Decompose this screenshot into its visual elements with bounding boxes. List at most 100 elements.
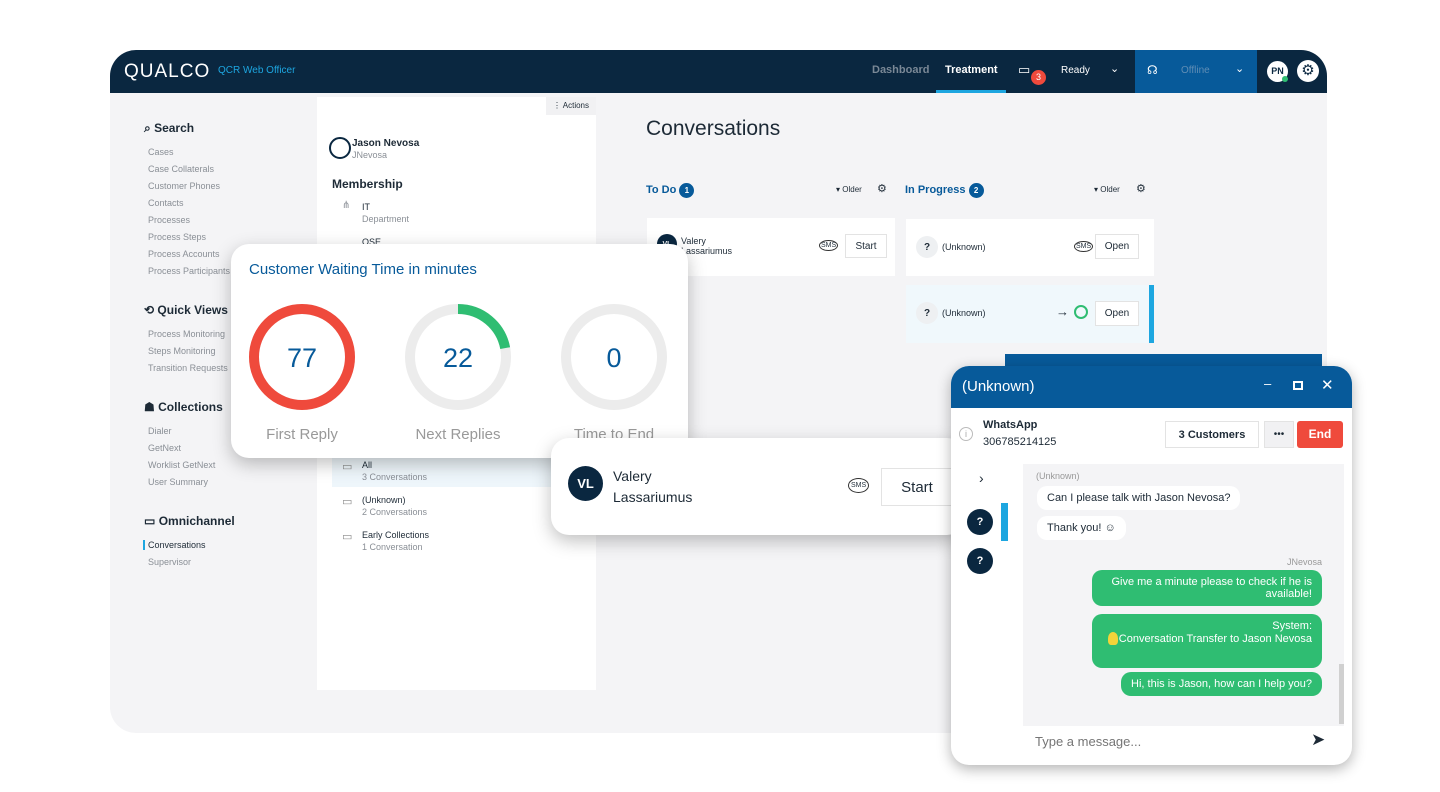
chevron-right-icon[interactable]: › bbox=[979, 470, 984, 486]
in-progress-heading: In Progress 2 bbox=[905, 183, 984, 198]
online-dot bbox=[1282, 76, 1288, 82]
search-icon: ⌕ bbox=[144, 121, 151, 135]
conversation-avatar[interactable]: ? bbox=[967, 509, 993, 535]
sidebar-section-1[interactable]: ⟲ Quick Views bbox=[144, 303, 228, 317]
open-button[interactable]: Open bbox=[1095, 301, 1139, 326]
more-button[interactable]: ••• bbox=[1264, 421, 1294, 448]
chat-title: (Unknown) bbox=[962, 378, 1035, 395]
in-progress-label: In Progress bbox=[905, 184, 966, 196]
in-progress-count: 2 bbox=[968, 183, 984, 198]
user-avatar-icon bbox=[329, 137, 351, 159]
logo: QUALCO bbox=[124, 61, 211, 82]
sender-label: (Unknown) bbox=[1036, 471, 1080, 481]
sidebar-item[interactable]: Conversations bbox=[143, 540, 206, 550]
in-progress-sort[interactable]: ▾ Older bbox=[1094, 185, 1120, 194]
message-out: Give me a minute please to check if he i… bbox=[1092, 570, 1322, 606]
sms-icon: SMS bbox=[1074, 241, 1094, 252]
message-in: Thank you! ☺ bbox=[1037, 516, 1126, 540]
sidebar-item[interactable]: Supervisor bbox=[148, 557, 191, 567]
message-in: Can I please talk with Jason Nevosa? bbox=[1037, 486, 1241, 510]
sidebar-item[interactable]: GetNext bbox=[148, 443, 181, 453]
sidebar-item[interactable]: Process Accounts bbox=[148, 249, 220, 259]
sidebar-item[interactable]: Process Steps bbox=[148, 232, 206, 242]
group-count: 1 Conversation bbox=[362, 542, 423, 552]
actions-button[interactable]: ⋮ Actions bbox=[546, 97, 596, 115]
gauge-label: Next Replies bbox=[415, 426, 500, 443]
group-name[interactable]: Early Collections bbox=[362, 530, 429, 540]
sidebar-item[interactable]: Case Collaterals bbox=[148, 164, 214, 174]
minimize-icon[interactable]: – bbox=[1264, 376, 1271, 391]
start-button[interactable]: Start bbox=[845, 234, 887, 258]
group-count: 2 Conversations bbox=[362, 507, 428, 517]
chevron-down-icon: ⌄ bbox=[1235, 63, 1245, 75]
sidebar-section-2[interactable]: ☗ Collections bbox=[144, 400, 223, 414]
start-button[interactable]: Start bbox=[881, 468, 953, 506]
gear-icon[interactable]: ⚙ bbox=[1297, 60, 1319, 82]
avatar: VL bbox=[568, 466, 603, 501]
nav-treatment[interactable]: Treatment bbox=[945, 64, 998, 76]
app-name: QCR Web Officer bbox=[218, 65, 296, 76]
sidebar-section-0[interactable]: ⌕ Search bbox=[144, 121, 194, 136]
section-title: Collections bbox=[158, 400, 223, 414]
group-name[interactable]: All bbox=[362, 460, 372, 470]
in-progress-item-active[interactable]: ? (Unknown) → Open bbox=[906, 285, 1154, 343]
chat-icon: ▭ bbox=[342, 461, 353, 473]
first-name: Valery bbox=[613, 468, 652, 484]
sidebar-item[interactable]: Worklist GetNext bbox=[148, 460, 215, 470]
todo-sort[interactable]: ▾ Older bbox=[836, 185, 862, 194]
top-bar: QUALCO QCR Web Officer Dashboard Treatme… bbox=[110, 50, 1327, 93]
chat-icon[interactable]: ▭ bbox=[1018, 62, 1030, 78]
sidebar-item[interactable]: Contacts bbox=[148, 198, 184, 208]
section-title: Quick Views bbox=[157, 303, 228, 317]
gear-icon[interactable]: ⚙ bbox=[1136, 182, 1146, 195]
in-progress-item[interactable]: ? (Unknown) SMS Open bbox=[906, 219, 1154, 276]
phone-status[interactable]: ☊ Offline ⌄ bbox=[1135, 50, 1257, 93]
sidebar-item[interactable]: Transition Requests bbox=[148, 363, 228, 373]
chat-icon: ▭ bbox=[144, 514, 156, 528]
todo-count: 1 bbox=[679, 183, 695, 198]
section-title: Search bbox=[154, 121, 195, 135]
customers-button[interactable]: 3 Customers bbox=[1165, 421, 1259, 448]
chat-window: (Unknown) – ✕ i WhatsApp 306785214125 3 … bbox=[951, 366, 1352, 765]
lightbulb-icon bbox=[1108, 632, 1118, 645]
message-input[interactable] bbox=[1023, 726, 1344, 756]
sidebar-item[interactable]: Customer Phones bbox=[148, 181, 220, 191]
transfer-arrow-icon: → bbox=[1056, 304, 1069, 319]
contact-name: (Unknown) bbox=[942, 242, 986, 252]
sort-label: Older bbox=[842, 185, 862, 194]
send-icon[interactable]: ➤ bbox=[1311, 730, 1325, 750]
nav-dashboard[interactable]: Dashboard bbox=[872, 64, 929, 76]
contact-name: Valery Lassariumus bbox=[681, 236, 733, 256]
message-area: (Unknown) Can I please talk with Jason N… bbox=[1023, 464, 1344, 726]
group-name[interactable]: (Unknown) bbox=[362, 495, 406, 505]
sidebar-section-3[interactable]: ▭ Omnichannel bbox=[144, 514, 235, 528]
sidebar-item[interactable]: Cases bbox=[148, 147, 174, 157]
conversation-popup-card[interactable]: VL Valery Lassariumus SMS Start bbox=[551, 438, 965, 535]
sender-label: JNevosa bbox=[1286, 557, 1322, 567]
end-button[interactable]: End bbox=[1297, 421, 1343, 448]
sidebar-item[interactable]: Steps Monitoring bbox=[148, 346, 216, 356]
sms-icon: SMS bbox=[848, 478, 870, 493]
sidebar-item[interactable]: Dialer bbox=[148, 426, 172, 436]
contact-name: (Unknown) bbox=[942, 308, 986, 318]
conversation-avatar[interactable]: ? bbox=[967, 548, 993, 574]
status-select[interactable]: Ready bbox=[1061, 65, 1090, 76]
sidebar-item[interactable]: User Summary bbox=[148, 477, 208, 487]
scrollbar[interactable] bbox=[1339, 664, 1344, 724]
gear-icon[interactable]: ⚙ bbox=[877, 182, 887, 195]
open-button[interactable]: Open bbox=[1095, 234, 1139, 259]
gauges: 77First Reply22Next Replies0Time to End bbox=[249, 304, 667, 443]
membership-heading: Membership bbox=[332, 177, 403, 191]
chevron-down-icon[interactable]: ⌄ bbox=[1110, 62, 1119, 75]
system-message: System: Conversation Transfer to Jason N… bbox=[1092, 614, 1322, 668]
info-icon[interactable]: i bbox=[959, 427, 973, 441]
sidebar-item[interactable]: Processes bbox=[148, 215, 190, 225]
close-icon[interactable]: ✕ bbox=[1321, 376, 1334, 394]
sidebar-item[interactable]: Process Monitoring bbox=[148, 329, 225, 339]
chat-icon: ▭ bbox=[342, 531, 353, 543]
chat-phone: 306785214125 bbox=[983, 436, 1057, 448]
gauge-value: 77 bbox=[287, 343, 317, 373]
maximize-icon[interactable] bbox=[1293, 381, 1303, 390]
sidebar-item[interactable]: Process Participants bbox=[148, 266, 230, 276]
sms-icon: SMS bbox=[819, 240, 839, 251]
